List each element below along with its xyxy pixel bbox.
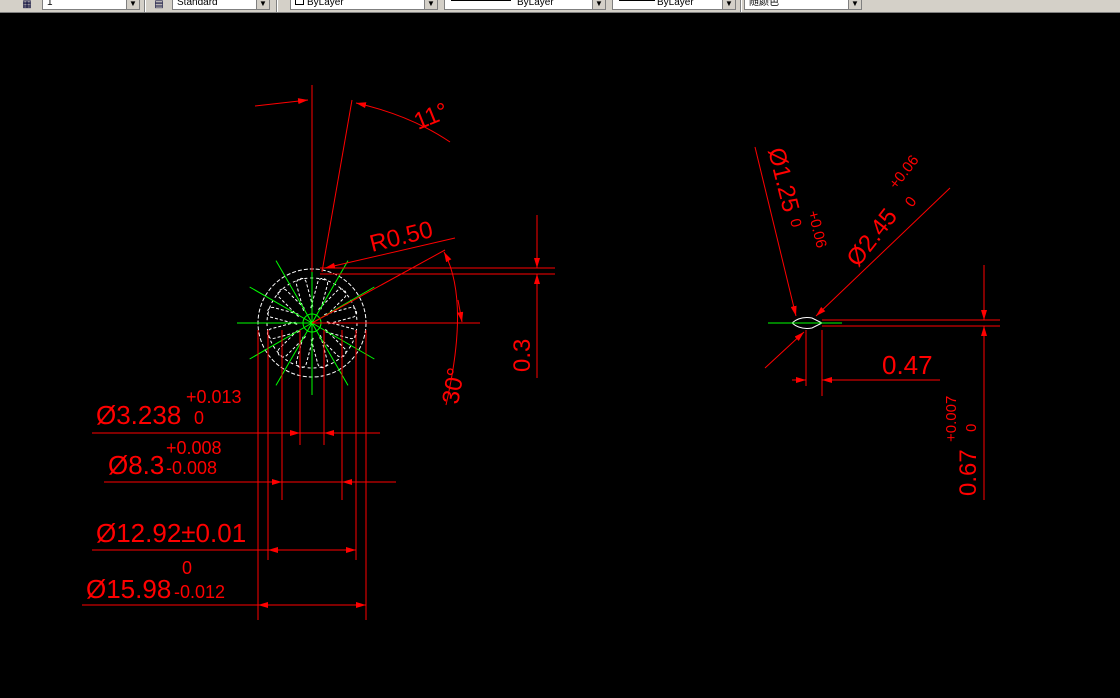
- angle-arrow: [457, 299, 464, 323]
- vertical-tol-lower-text: 0: [963, 424, 980, 432]
- d-large-main-text: Ø2.45: [841, 204, 903, 272]
- d-small-tol-lower-text: 0: [786, 217, 805, 229]
- spoke-line: [249, 286, 313, 324]
- radius-text: R0.50: [367, 216, 436, 258]
- d-small-tol-upper-text: +0.06: [804, 209, 830, 250]
- d2-tol-upper-text: +0.008: [166, 438, 222, 458]
- spoke-line: [275, 322, 313, 386]
- linear-047-text: 0.47: [882, 350, 933, 380]
- d4-tol-lower-text: -0.012: [174, 582, 225, 602]
- slot[interactable]: [310, 277, 329, 311]
- slot[interactable]: [324, 306, 358, 325]
- d1-tol-upper-text: +0.013: [186, 387, 242, 407]
- extension-line: [321, 99, 353, 273]
- d4-tol-upper-text: 0: [182, 558, 192, 578]
- angle-arrow-left: [254, 98, 309, 107]
- d1-tol-lower-text: 0: [194, 408, 204, 428]
- vertical-main-text: 0.67: [955, 449, 982, 496]
- slot[interactable]: [266, 321, 300, 340]
- slot[interactable]: [266, 306, 300, 325]
- d2-tol-lower-text: -0.008: [166, 458, 217, 478]
- angle-30-text: 30°: [437, 366, 470, 406]
- extension-line: [311, 249, 446, 324]
- spoke-line: [311, 322, 375, 360]
- spoke-line: [249, 322, 313, 360]
- right-part[interactable]: [768, 317, 842, 329]
- spoke-line: [275, 260, 313, 324]
- d-large-tol-upper-text: +0.06: [886, 152, 923, 192]
- slot[interactable]: [324, 321, 358, 340]
- d4-main-text: Ø15.98: [86, 574, 171, 604]
- vertical-tol-upper-text: +0.007: [943, 396, 960, 442]
- slot[interactable]: [295, 277, 314, 311]
- diameter-leader: [764, 331, 805, 369]
- d1-main-text: Ø3.238: [96, 400, 181, 430]
- linear-03-text: 0.3: [509, 339, 536, 372]
- d2-main-text: Ø8.3: [108, 450, 164, 480]
- drawing-canvas[interactable]: 11° R0.50 30° 0.3 Ø3.238 +0.013 0 Ø8.3 +…: [0, 0, 1120, 698]
- spoke-line: [311, 322, 349, 386]
- angle-11-text: 11°: [410, 98, 452, 136]
- slot[interactable]: [310, 335, 329, 369]
- slot[interactable]: [295, 335, 314, 369]
- d3-text: Ø12.92±0.01: [96, 518, 246, 548]
- d-large-tol-lower-text: 0: [902, 193, 921, 210]
